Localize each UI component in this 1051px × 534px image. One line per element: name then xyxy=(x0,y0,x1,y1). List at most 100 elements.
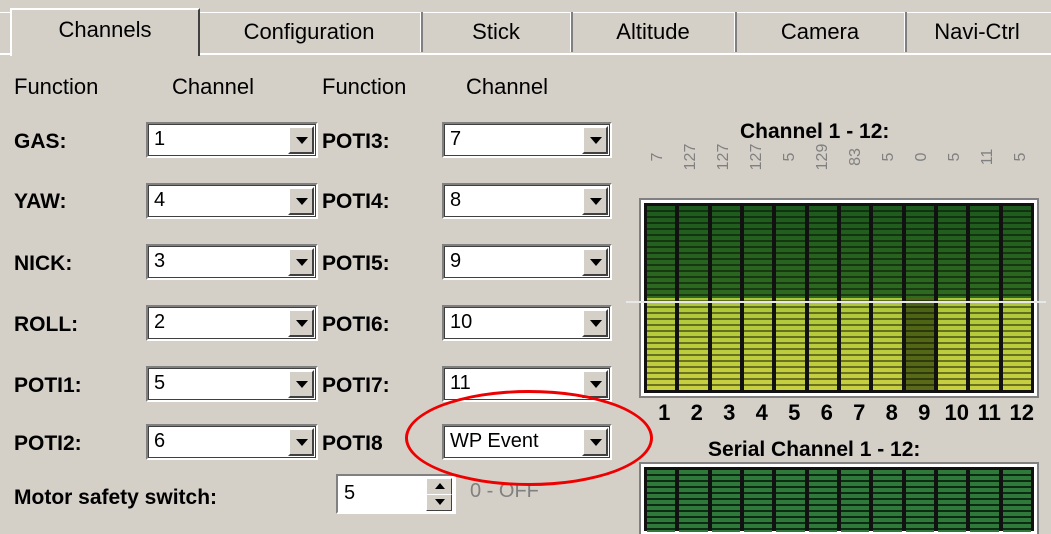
chevron-down-icon[interactable] xyxy=(582,187,608,215)
spin-up-icon[interactable] xyxy=(426,478,452,495)
tab-label: Channels xyxy=(58,17,152,42)
select-value: 10 xyxy=(450,311,473,333)
select-value: 8 xyxy=(450,189,462,211)
serial-bars-panel xyxy=(639,462,1039,534)
channel-value: 5 xyxy=(780,152,798,162)
roll-channel-select[interactable]: 2 xyxy=(146,305,318,341)
channel-value: 11 xyxy=(978,148,996,166)
channel-bar xyxy=(776,206,805,390)
chevron-down-icon[interactable] xyxy=(288,126,314,154)
channel-value: 129 xyxy=(813,143,831,171)
select-value: 9 xyxy=(450,250,462,272)
label-yaw: YAW: xyxy=(14,190,67,213)
channel-bars-panel xyxy=(626,198,1046,398)
poti3-channel-select[interactable]: 7 xyxy=(442,122,612,158)
motor-safety-hint: 0 - OFF xyxy=(470,480,539,502)
serial-bar xyxy=(743,470,773,532)
channel-number: 9 xyxy=(918,400,931,425)
channel-number: 6 xyxy=(820,400,833,425)
select-value: 6 xyxy=(154,430,166,452)
channel-bar xyxy=(873,206,902,390)
tab-altitude[interactable]: Altitude xyxy=(570,12,737,52)
poti7-channel-select[interactable]: 11 xyxy=(442,366,612,402)
tab-configuration[interactable]: Configuration xyxy=(196,12,423,52)
label-gas: GAS: xyxy=(14,130,67,153)
chevron-down-icon[interactable] xyxy=(288,370,314,398)
channel-number: 3 xyxy=(723,400,736,425)
spinner-value: 5 xyxy=(344,482,356,504)
channel-number: 5 xyxy=(788,400,801,425)
channel-bar xyxy=(970,206,999,390)
serial-bar xyxy=(970,470,999,532)
channel-value: 127 xyxy=(714,143,732,171)
channel-bar xyxy=(840,206,870,390)
channel-bar xyxy=(1002,206,1031,390)
chevron-down-icon[interactable] xyxy=(582,428,608,456)
poti6-channel-select[interactable]: 10 xyxy=(442,305,612,341)
channel-bar xyxy=(743,206,773,390)
chevron-down-icon[interactable] xyxy=(288,309,314,337)
tab-label: Navi-Ctrl xyxy=(934,19,1020,44)
label-poti3: POTI3: xyxy=(322,130,390,153)
header-function-1: Function xyxy=(14,74,99,99)
yaw-channel-select[interactable]: 4 xyxy=(146,183,318,219)
label-poti4: POTI4: xyxy=(322,190,390,213)
select-value: 7 xyxy=(450,128,462,150)
channel-number: 11 xyxy=(977,400,1001,425)
select-value: WP Event xyxy=(450,430,539,452)
serial-bar xyxy=(1002,470,1031,532)
channel-panel-title: Channel 1 - 12: xyxy=(740,120,890,143)
nick-channel-select[interactable]: 3 xyxy=(146,244,318,280)
serial-bar xyxy=(711,470,740,532)
tab-channels[interactable]: Channels xyxy=(10,8,200,56)
serial-bar xyxy=(776,470,805,532)
tab-navi-ctrl[interactable]: Navi-Ctrl xyxy=(904,12,1049,52)
poti5-channel-select[interactable]: 9 xyxy=(442,244,612,280)
select-value: 3 xyxy=(154,250,166,272)
channel-value: 0 xyxy=(912,152,930,162)
center-line xyxy=(626,301,1046,303)
label-nick: NICK: xyxy=(14,252,73,275)
channel-value: 83 xyxy=(846,148,864,166)
chevron-down-icon[interactable] xyxy=(288,187,314,215)
channel-bar xyxy=(937,206,967,390)
tab-label: Camera xyxy=(780,19,860,44)
gas-channel-select[interactable]: 1 xyxy=(146,122,318,158)
poti8-channel-select[interactable]: WP Event xyxy=(442,424,612,460)
chevron-down-icon[interactable] xyxy=(288,428,314,456)
serial-bar xyxy=(937,470,967,532)
poti4-channel-select[interactable]: 8 xyxy=(442,183,612,219)
channel-value: 127 xyxy=(747,143,765,171)
channel-number: 10 xyxy=(944,400,969,425)
channel-value: 7 xyxy=(648,152,666,162)
channel-value: 5 xyxy=(1011,152,1029,162)
select-value: 11 xyxy=(450,372,471,394)
chevron-down-icon[interactable] xyxy=(582,248,608,276)
chevron-down-icon[interactable] xyxy=(582,370,608,398)
chevron-down-icon[interactable] xyxy=(288,248,314,276)
chevron-down-icon[interactable] xyxy=(582,126,608,154)
tab-label: Altitude xyxy=(616,19,690,44)
serial-bar xyxy=(808,470,837,532)
poti2-channel-select[interactable]: 6 xyxy=(146,424,318,460)
label-poti7: POTI7: xyxy=(322,374,390,397)
select-value: 2 xyxy=(154,311,166,333)
spin-down-icon[interactable] xyxy=(426,494,452,511)
tab-camera[interactable]: Camera xyxy=(734,12,907,52)
tab-stick[interactable]: Stick xyxy=(420,12,573,52)
motor-safety-spinner[interactable]: 5 xyxy=(336,474,456,514)
channel-number: 1 xyxy=(658,400,671,425)
channel-bar xyxy=(905,206,934,390)
channel-bar xyxy=(808,206,837,390)
label-poti8: POTI8 xyxy=(322,432,383,455)
header-channel-1: Channel xyxy=(172,74,254,99)
serial-panel-title: Serial Channel 1 - 12: xyxy=(708,438,921,461)
select-value: 1 xyxy=(154,128,166,150)
select-value: 4 xyxy=(154,189,166,211)
channel-bar xyxy=(711,206,740,390)
poti1-channel-select[interactable]: 5 xyxy=(146,366,318,402)
channel-number: 12 xyxy=(1009,400,1034,425)
chevron-down-icon[interactable] xyxy=(582,309,608,337)
channel-number: 4 xyxy=(755,400,768,425)
label-poti5: POTI5: xyxy=(322,252,390,275)
